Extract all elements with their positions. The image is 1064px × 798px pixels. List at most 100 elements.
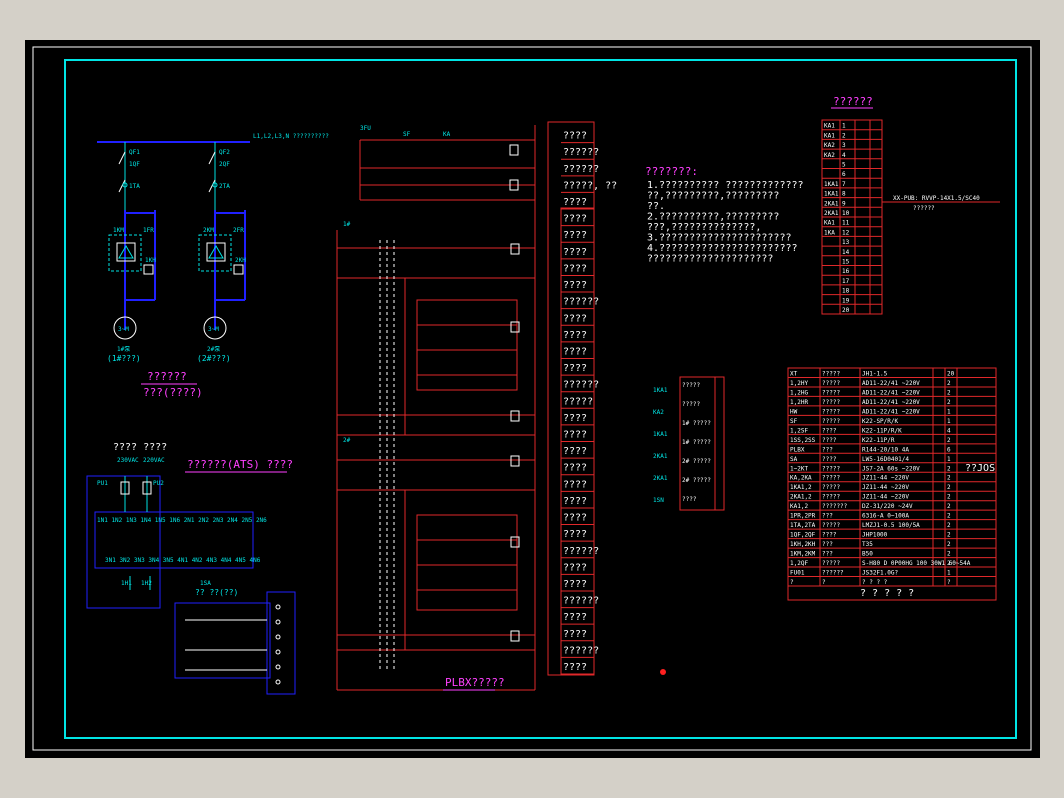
bom-code: 1PR,2PR [790,513,816,520]
relay-items: 1KA1 KA2 1KA1 2KA1 2KA1 1SN [653,387,668,504]
bom-name: ??? [822,513,833,520]
bom-code: 1,2HG [790,389,808,396]
bom-model: 6316-A 0~100A [862,513,909,520]
bom-section: XT????? JH1-1.5 20 1,2HY????? AD11-22/41 ~22… [787,367,997,601]
ctrl-right-label: ???? [563,313,587,324]
bom-name: ?????? [822,570,844,577]
ctrl-right-label: ?????? [563,645,599,656]
notes-line: ???,??????????????, [647,222,761,233]
bom-name: ? [822,579,826,586]
ats-volt2: 220VAC [143,457,165,464]
bom-code: 1,2HY [790,380,808,387]
bom-name: ????? [822,399,840,406]
ctrl-group-1: 1# [343,221,351,228]
ctrl-right-label: ???? [563,612,587,623]
bom-code: 2KA1,2 [790,494,812,501]
terminal-row-tag: 1KA [824,229,835,236]
ctrl-right-label: ???? [563,131,587,142]
ats-sub1: 1H1 [121,580,132,587]
bom-model: JS7-2A 60s ~220V [862,465,920,472]
relay-label: ???? [682,496,697,503]
bom-name: ???? [822,437,837,444]
terminal-row-num: 18 [842,288,850,295]
bom-qty: 2 [947,503,951,510]
terminal-row-num: 9 [842,200,846,207]
branch2-km: 2KM [203,227,214,234]
bom-code: HW [790,408,798,415]
ctrl-right-label: ???? [563,247,587,258]
ctrl-right-label: ???? [563,562,587,573]
branch1-fr: 1FR [143,227,154,234]
motor1-sub: (1#???) [107,354,141,363]
terminal-row-num: 8 [842,191,846,198]
relay-item: KA2 [653,409,664,416]
relay-labels: ?????????? 1# ????? 1# ????? 2# ????? 2# ???… [682,382,711,503]
bom-name: ????? [822,494,840,501]
bom-qty: 2 [947,532,951,539]
bom-name: ????? [822,418,840,425]
bom-model: JZ11-44 ~220V [862,475,909,482]
relay-item: 1KA1 [653,431,668,438]
bom-name: ????? [822,389,840,396]
bom-code: 1TA,2TA [790,522,816,529]
branch2-fr: 2FR [233,227,244,234]
ctrl-right-label: ???? [563,363,587,374]
notes-line: 4.??????????????????????? [647,243,798,254]
ctrl-right-label: ???? [563,430,587,441]
bom-qty: 2 [947,541,951,548]
terminal-row-tag: KA1 [824,123,835,130]
notes-line: 1.?????????? ????????????? [647,180,804,191]
ctrl-right-label: ???? [563,346,587,357]
bom-model: T35 [862,541,873,548]
bom-qty: 2 [947,399,951,406]
relay-item: 1KA1 [653,387,668,394]
bom-name: ????? [822,380,840,387]
notes-line: 3.?????????????????????? [647,233,792,244]
ctrl-right-label: ????? [563,396,593,407]
ats-switch-label: 1SA [200,580,211,587]
ctrl-footer: PLBX????? [445,676,505,689]
ctrl-right-label: ?????? [563,596,599,607]
bom-name: ???? [822,456,837,463]
terminal-row-num: 15 [842,259,850,266]
branch1-qf: QF1 [129,149,140,156]
motor-section: L1,L2,L3,N ?????????? QF1 1QF 1TA 1KM 1F… [97,133,329,399]
branch2-kh: 2KH [235,257,246,264]
bom-code: SA [790,456,798,463]
relay-label: 1# ????? [682,420,711,427]
ctrl-right-label: ???? [563,662,587,673]
bom-qty: 2 [947,380,951,387]
bom-model: AD11-22/41 ~220V [862,408,920,415]
bom-model: DZ-31/220 ~24V [862,503,913,510]
branch1-km: 1KM [113,227,124,234]
bom-code: 1KA1,2 [790,484,812,491]
terminal-row-tag: KA1 [824,220,835,227]
bom-model: JH1-1.5 [862,370,888,377]
bom-code: SF [790,418,798,425]
bom-model: AD11-22/41 ~220V [862,399,920,406]
bom-model: K22-SP/R/K [862,418,899,425]
ctrl-right-label: ???? [563,629,587,640]
terminal-row-num: 6 [842,171,846,178]
terminal-row-num: 20 [842,307,850,314]
bom-code: 1KH,2KH [790,541,816,548]
terminal-row-num: 2 [842,132,846,139]
terminal-row-num: 10 [842,210,850,217]
ctrl-right-label: ???? [563,280,587,291]
terminal-row-tag: KA1 [824,132,835,139]
bom-model: B50 [862,551,873,558]
terminal-row-num: 16 [842,268,850,275]
ctrl-right-label: ?????? [563,546,599,557]
ctrl-right-label: ?????? [563,297,599,308]
terminal-cable-sub: ?????? [913,205,935,212]
ats-sub2: 1H2 [141,580,152,587]
relay-item: 2KA1 [653,475,668,482]
motor2-sub: (2#???) [197,354,231,363]
terminal-row-num: 7 [842,181,846,188]
ctrl-right-label: ?????, ?? [563,180,617,191]
terminal-rows: KA1 1KA1 2KA2 3KA2 4561KA1 71KA1 82KA1 92KA1 10K… [822,123,882,315]
ctrl-right-label: ???? [563,529,587,540]
ctrl-right-label: ???? [563,446,587,457]
notes-line: ????????????????????? [647,254,773,265]
bom-model: K22-11P/R [862,437,895,444]
